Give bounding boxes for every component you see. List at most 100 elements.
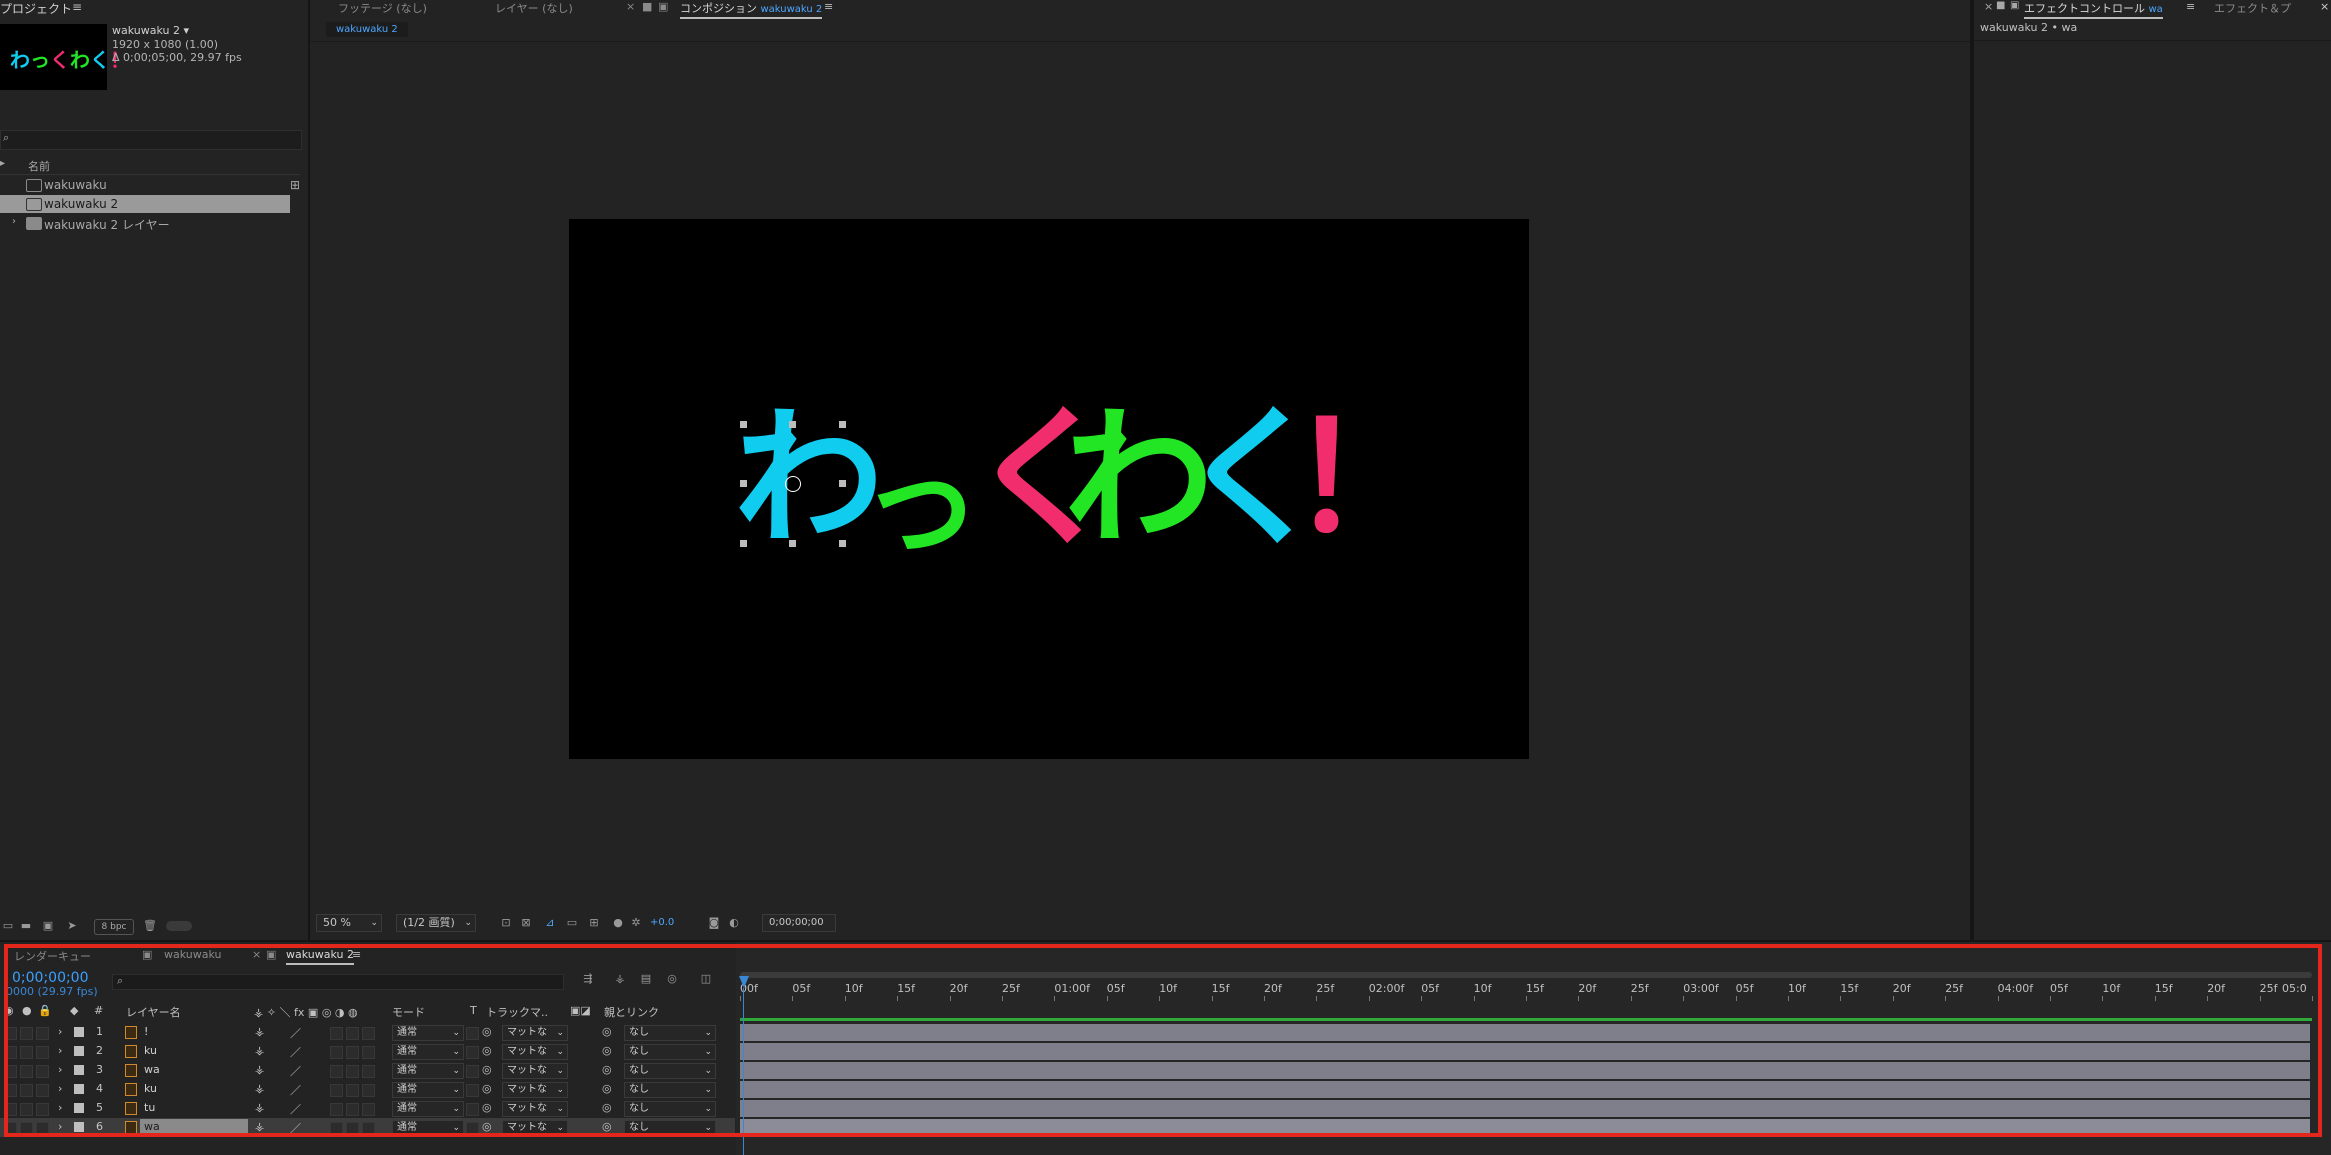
switch-box[interactable] xyxy=(362,1084,375,1097)
switch-box[interactable] xyxy=(346,1103,359,1116)
video-toggle[interactable] xyxy=(4,1122,17,1135)
interpret-footage-icon[interactable]: ▭ xyxy=(0,919,16,933)
switch-box[interactable] xyxy=(346,1046,359,1059)
preserve-transparency-toggle[interactable] xyxy=(466,1065,479,1078)
switch-box[interactable] xyxy=(330,1122,343,1135)
tab-wakuwaku-2[interactable]: wakuwaku 2 xyxy=(286,948,354,965)
bit-depth-button[interactable]: 8 bpc xyxy=(94,919,134,935)
close-icon[interactable]: × xyxy=(1984,0,1993,13)
chevron-right-icon[interactable]: › xyxy=(58,1120,62,1133)
layer-duration-bar[interactable] xyxy=(740,1062,2310,1079)
lock-toggle[interactable] xyxy=(36,1122,49,1135)
pick-whip-icon[interactable]: ◎ xyxy=(602,1101,612,1114)
chevron-right-icon[interactable]: › xyxy=(58,1101,62,1114)
tab-layer[interactable]: レイヤー (なし) xyxy=(495,0,573,16)
playhead-line[interactable] xyxy=(743,988,744,1155)
label-color[interactable] xyxy=(74,1103,84,1113)
flowchart-icon[interactable]: ⊞ xyxy=(290,178,300,192)
audio-toggle[interactable] xyxy=(20,1103,33,1116)
label-color[interactable] xyxy=(74,1065,84,1075)
video-toggle[interactable] xyxy=(4,1065,17,1078)
preserve-transparency-toggle[interactable] xyxy=(466,1046,479,1059)
label-color[interactable] xyxy=(74,1122,84,1132)
layer-duration-bar-selected[interactable] xyxy=(740,1119,2310,1136)
composition-flowchart-icon[interactable]: ⇶ xyxy=(580,972,596,986)
chevron-right-icon[interactable]: › xyxy=(58,1025,62,1038)
panel-menu-icon[interactable]: ≡ xyxy=(824,0,833,13)
switch-box[interactable] xyxy=(346,1122,359,1135)
chevron-right-icon[interactable]: › xyxy=(58,1063,62,1076)
blend-mode-dropdown[interactable]: 通常 ⌄ xyxy=(392,1101,464,1117)
column-mode[interactable]: モード xyxy=(392,1004,425,1020)
lock-icon[interactable]: ■ xyxy=(1996,0,2005,11)
video-toggle[interactable] xyxy=(4,1084,17,1097)
spiral-icon[interactable]: ◎ xyxy=(482,1025,492,1038)
transform-handle[interactable] xyxy=(839,540,846,547)
draft-3d-icon[interactable]: ⚶ xyxy=(612,972,628,986)
layer-name[interactable]: ku xyxy=(144,1044,157,1057)
shy-switch-icon[interactable]: ⚶ xyxy=(255,1063,264,1076)
comp-name-dropdown[interactable]: wakuwaku 2 ▾ xyxy=(112,24,189,37)
layer-row[interactable]: › 1 ! ⚶ ／ 通常 ⌄ ◎ マットな ⌄ ◎ なし ⌄ xyxy=(0,1023,735,1042)
track-matte-dropdown[interactable]: マットな ⌄ xyxy=(502,1044,568,1060)
label-color[interactable] xyxy=(74,1027,84,1037)
preserve-transparency-toggle[interactable] xyxy=(466,1084,479,1097)
lock-toggle[interactable] xyxy=(36,1103,49,1116)
shy-switch-icon[interactable]: ⚶ xyxy=(255,1120,264,1133)
parent-dropdown[interactable]: なし ⌄ xyxy=(624,1025,716,1041)
panel-menu-icon[interactable]: ≡ xyxy=(72,0,82,14)
expand-all-icon[interactable]: ▸ xyxy=(0,158,5,169)
transform-handle[interactable] xyxy=(839,480,846,487)
transform-handle[interactable] xyxy=(740,421,747,428)
blend-mode-dropdown[interactable]: 通常 ⌄ xyxy=(392,1063,464,1079)
lock-icon[interactable]: 🔒 xyxy=(38,1004,52,1017)
layer-duration-bar[interactable] xyxy=(740,1024,2310,1041)
chevron-right-icon[interactable]: › xyxy=(12,216,16,227)
transform-handle[interactable] xyxy=(740,480,747,487)
composition-canvas[interactable]: わ っ く わ く ！ xyxy=(569,219,1529,759)
timeline-search-input[interactable]: ⌕ xyxy=(112,974,564,990)
tab-close-icon[interactable]: × xyxy=(626,0,635,13)
column-track-matte[interactable]: トラックマ.. xyxy=(486,1004,548,1020)
current-timecode[interactable]: 0;00;00;00 xyxy=(12,970,89,986)
layer-row-selected[interactable]: › 6 wa ⚶ ／ 通常 ⌄ ◎ マットな ⌄ ◎ なし ⌄ xyxy=(0,1118,735,1137)
tab-effect-controls[interactable]: エフェクトコントロール wa xyxy=(2024,0,2163,19)
quality-switch-icon[interactable]: ／ xyxy=(290,1120,301,1136)
lock-icon[interactable]: ■ xyxy=(642,0,652,13)
video-toggle[interactable] xyxy=(4,1046,17,1059)
quality-switch-icon[interactable]: ／ xyxy=(290,1082,301,1098)
graph-editor-icon[interactable]: ◫ xyxy=(698,972,714,986)
pick-whip-icon[interactable]: ◎ xyxy=(602,1120,612,1133)
audio-toggle[interactable] xyxy=(20,1027,33,1040)
pick-whip-icon[interactable]: ◎ xyxy=(602,1082,612,1095)
pick-whip-icon[interactable]: ◎ xyxy=(602,1063,612,1076)
switches-icon[interactable]: ⚶ ✧ ＼ fx ▣ ◎ ◑ ◍ xyxy=(254,1004,358,1020)
layer-name[interactable]: wa xyxy=(144,1120,160,1133)
column-number[interactable]: # xyxy=(94,1004,103,1017)
switch-box[interactable] xyxy=(346,1027,359,1040)
layer-duration-bar[interactable] xyxy=(740,1043,2310,1060)
preserve-transparency-toggle[interactable] xyxy=(466,1103,479,1116)
quality-switch-icon[interactable]: ／ xyxy=(290,1101,301,1117)
blend-mode-dropdown[interactable]: 通常 ⌄ xyxy=(392,1025,464,1041)
switch-box[interactable] xyxy=(330,1084,343,1097)
transform-handle[interactable] xyxy=(839,421,846,428)
viewer-timecode[interactable]: 0;00;00;00 xyxy=(762,914,836,932)
resolution-dropdown[interactable]: (1/2 画質) ⌄ xyxy=(396,914,476,932)
tab-footage[interactable]: フッテージ (なし) xyxy=(338,0,427,16)
spiral-icon[interactable]: ◎ xyxy=(482,1044,492,1057)
project-item-selected[interactable]: wakuwaku 2 xyxy=(0,195,290,213)
spiral-icon[interactable]: ◎ xyxy=(482,1120,492,1133)
exposure-value[interactable]: +0.0 xyxy=(650,917,674,928)
transform-handle[interactable] xyxy=(740,540,747,547)
audio-toggle[interactable] xyxy=(20,1046,33,1059)
layer-row[interactable]: › 3 wa ⚶ ／ 通常 ⌄ ◎ マットな ⌄ ◎ なし ⌄ xyxy=(0,1061,735,1080)
glyph-exclamation[interactable]: ！ xyxy=(1289,404,1439,554)
motion-blur-icon[interactable]: ◎ xyxy=(664,972,680,986)
switch-box[interactable] xyxy=(330,1065,343,1078)
layer-row[interactable]: › 5 tu ⚶ ／ 通常 ⌄ ◎ マットな ⌄ ◎ なし ⌄ xyxy=(0,1099,735,1118)
switch-box[interactable] xyxy=(362,1046,375,1059)
layer-row[interactable]: › 2 ku ⚶ ／ 通常 ⌄ ◎ マットな ⌄ ◎ なし ⌄ xyxy=(0,1042,735,1061)
quality-switch-icon[interactable]: ／ xyxy=(290,1044,301,1060)
transform-handle[interactable] xyxy=(789,421,796,428)
